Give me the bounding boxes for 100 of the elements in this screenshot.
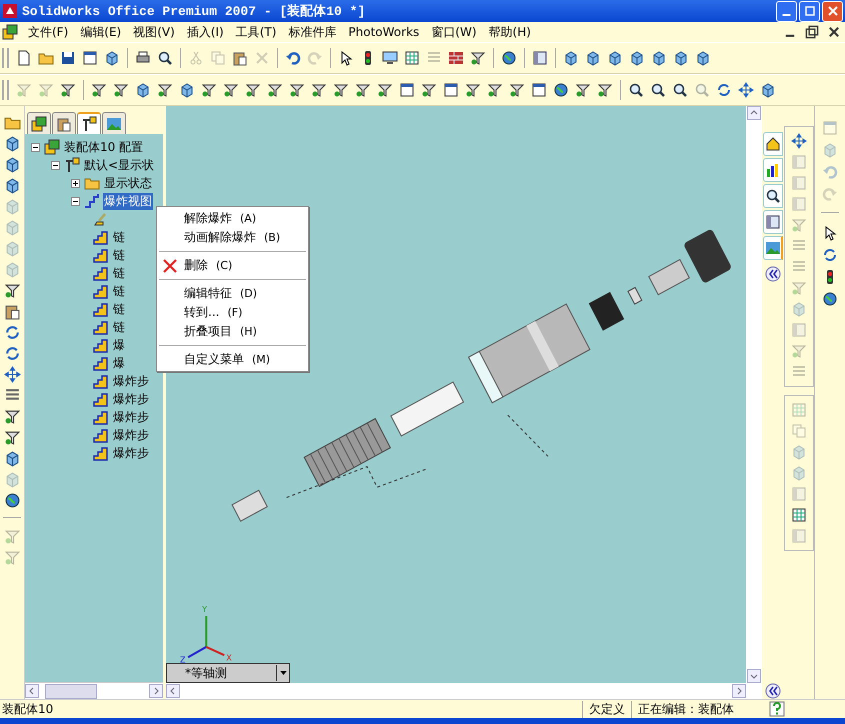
- tree-item[interactable]: 爆炸视图: [103, 192, 153, 210]
- window-icon[interactable]: [82, 50, 98, 66]
- minimize-button[interactable]: [776, 0, 797, 22]
- cube-icon[interactable]: [4, 450, 20, 467]
- funnel-icon[interactable]: [311, 82, 327, 98]
- menu-item[interactable]: PhotoWorks: [342, 25, 426, 39]
- cube-icon[interactable]: [4, 156, 20, 173]
- paste-icon[interactable]: [232, 50, 248, 66]
- vertical-scrollbar[interactable]: [746, 106, 762, 683]
- pane-tab[interactable]: [763, 158, 783, 182]
- bricks-icon[interactable]: [448, 50, 464, 66]
- funnel-icon[interactable]: [470, 50, 486, 66]
- tree-item[interactable]: 爆炸步: [112, 372, 150, 390]
- menu-item[interactable]: 标准件库: [282, 24, 342, 40]
- scrollbar-thumb[interactable]: [45, 684, 97, 698]
- funnel-icon[interactable]: [289, 82, 305, 98]
- funnel-icon[interactable]: [4, 429, 20, 446]
- funnel-icon[interactable]: [113, 82, 129, 98]
- menu-item[interactable]: 工具(T): [230, 24, 282, 40]
- move-icon[interactable]: [791, 133, 807, 149]
- monitor-icon[interactable]: [382, 50, 398, 66]
- funnel-icon[interactable]: [157, 82, 173, 98]
- save-icon[interactable]: [60, 50, 76, 66]
- view-dropdown[interactable]: *等轴测: [166, 663, 290, 683]
- scroll-right-icon[interactable]: [149, 684, 163, 698]
- panel-tab[interactable]: [27, 112, 51, 134]
- funnel-icon[interactable]: [91, 82, 107, 98]
- collapse-toggle[interactable]: [31, 142, 40, 152]
- funnel-icon[interactable]: [4, 408, 20, 425]
- tree-item[interactable]: 默认<显示状: [83, 156, 156, 174]
- funnel-icon[interactable]: [201, 82, 217, 98]
- tree-item[interactable]: 爆炸步: [112, 426, 150, 444]
- tree-item[interactable]: 链: [112, 228, 126, 246]
- magnifier-icon[interactable]: [628, 82, 644, 98]
- funnel-icon[interactable]: [575, 82, 591, 98]
- toolbar-handle[interactable]: [2, 80, 9, 100]
- menu-item[interactable]: 窗口(W): [425, 24, 483, 40]
- scroll-right-icon[interactable]: [732, 684, 746, 698]
- cube-icon[interactable]: [695, 50, 711, 66]
- cube-icon[interactable]: [673, 50, 689, 66]
- rotate-icon[interactable]: [4, 345, 20, 362]
- menu-item[interactable]: 编辑特征 (D): [157, 284, 308, 303]
- move-icon[interactable]: [4, 366, 20, 383]
- toolbar-handle[interactable]: [2, 48, 9, 68]
- menu-item[interactable]: 编辑(E): [74, 24, 128, 40]
- magnifier-icon[interactable]: [650, 82, 666, 98]
- funnel-icon[interactable]: [223, 82, 239, 98]
- menu-item[interactable]: 删除 (C): [157, 256, 308, 275]
- funnel-icon[interactable]: [377, 82, 393, 98]
- chevron-icon[interactable]: [765, 266, 781, 282]
- cube-icon[interactable]: [563, 50, 579, 66]
- grid-icon[interactable]: [404, 50, 420, 66]
- funnel-icon[interactable]: [509, 82, 525, 98]
- scroll-left-icon[interactable]: [25, 684, 39, 698]
- globe-icon[interactable]: [501, 50, 517, 66]
- magnifier-icon[interactable]: [157, 50, 173, 66]
- funnel-icon[interactable]: [60, 82, 76, 98]
- chevron-icon[interactable]: [765, 683, 781, 699]
- close-icon[interactable]: [827, 25, 841, 39]
- globe-icon[interactable]: [822, 291, 838, 307]
- expand-toggle[interactable]: [71, 196, 80, 206]
- window-icon[interactable]: [399, 82, 415, 98]
- scroll-left-icon[interactable]: [166, 684, 180, 698]
- rotate-icon[interactable]: [4, 324, 20, 341]
- menu-item[interactable]: 文件(F): [22, 24, 74, 40]
- funnel-icon[interactable]: [245, 82, 261, 98]
- menu-item[interactable]: 转到... (F): [157, 303, 308, 322]
- funnel-icon[interactable]: [333, 82, 349, 98]
- collapse-toggle[interactable]: [51, 160, 60, 170]
- tree-item[interactable]: 链: [112, 264, 126, 282]
- tree-item[interactable]: 链: [112, 318, 126, 336]
- cube-icon[interactable]: [135, 82, 151, 98]
- document-icon[interactable]: [16, 50, 32, 66]
- horizontal-scrollbar[interactable]: [166, 683, 762, 699]
- menu-item[interactable]: 自定义菜单 (M): [157, 350, 308, 369]
- expand-toggle[interactable]: [71, 178, 80, 188]
- paste-icon[interactable]: [4, 303, 20, 320]
- maximize-button[interactable]: [799, 0, 820, 22]
- window-icon[interactable]: [443, 82, 459, 98]
- magnifier-icon[interactable]: [672, 82, 688, 98]
- menu-item[interactable]: 折叠项目 (H): [157, 322, 308, 341]
- tree-item[interactable]: 链: [112, 246, 126, 264]
- funnel-icon[interactable]: [4, 282, 20, 299]
- globe-icon[interactable]: [4, 492, 20, 509]
- funnel-icon[interactable]: [267, 82, 283, 98]
- funnel-icon[interactable]: [465, 82, 481, 98]
- cube-icon[interactable]: [629, 50, 645, 66]
- funnel-icon[interactable]: [597, 82, 613, 98]
- funnel-icon[interactable]: [487, 82, 503, 98]
- panel-icon[interactable]: [532, 50, 548, 66]
- tree-item[interactable]: 链: [112, 282, 126, 300]
- close-button[interactable]: [822, 0, 843, 22]
- rotate-icon[interactable]: [822, 247, 838, 263]
- menu-item[interactable]: 解除爆炸 (A): [157, 209, 308, 228]
- cube-icon[interactable]: [4, 177, 20, 194]
- undo-icon[interactable]: [285, 50, 301, 66]
- cube-icon[interactable]: [760, 82, 776, 98]
- cube-icon[interactable]: [4, 135, 20, 152]
- tree-item[interactable]: 爆炸步: [112, 390, 150, 408]
- tree-item[interactable]: 爆: [112, 336, 126, 354]
